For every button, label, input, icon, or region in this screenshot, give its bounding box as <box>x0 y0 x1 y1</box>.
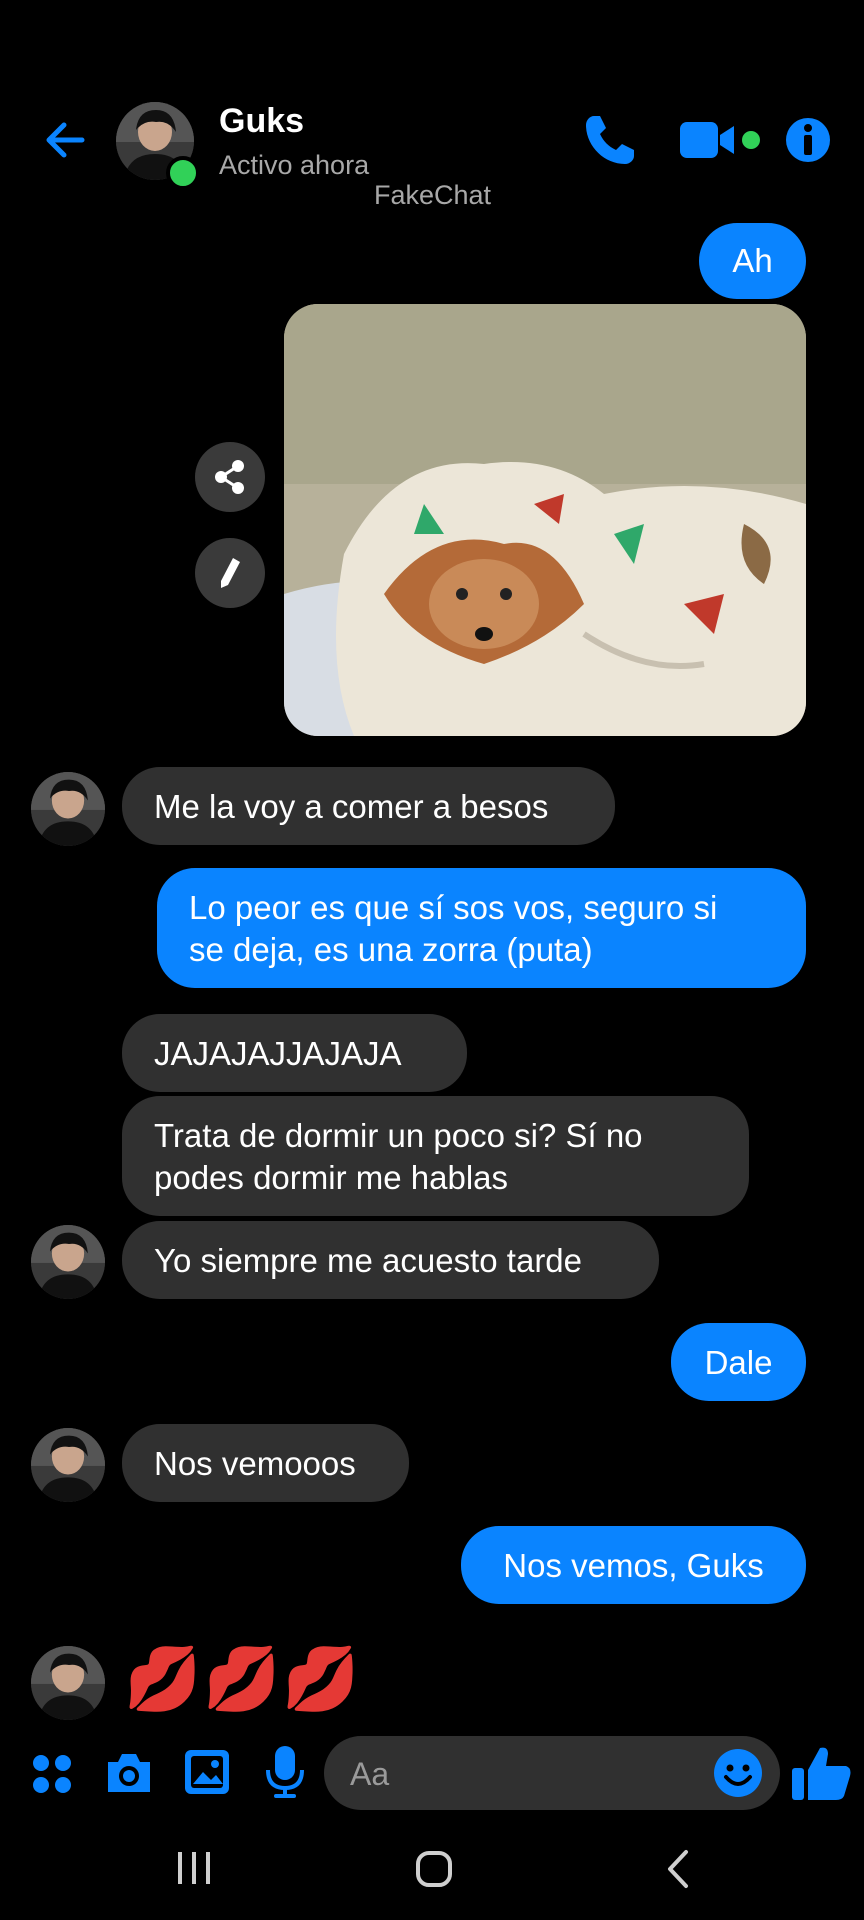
video-camera-icon[interactable] <box>678 110 764 170</box>
back-nav-icon[interactable] <box>660 1846 696 1892</box>
camera-icon[interactable] <box>104 1748 154 1796</box>
message-incoming[interactable]: Yo siempre me acuesto tarde <box>122 1221 659 1299</box>
home-icon[interactable] <box>412 1846 456 1892</box>
share-button[interactable] <box>195 442 265 512</box>
contact-avatar-small[interactable] <box>31 1225 105 1299</box>
emoji-icon[interactable] <box>712 1747 764 1799</box>
message-incoming[interactable]: JAJAJAJJAJAJA <box>122 1014 467 1092</box>
contact-avatar-small[interactable] <box>31 1428 105 1502</box>
contact-name[interactable]: Guks <box>219 102 304 141</box>
kiss-emoji-message[interactable]: 💋💋💋 <box>124 1644 362 1716</box>
thumbs-up-icon[interactable] <box>790 1740 854 1804</box>
message-outgoing[interactable]: Ah <box>699 223 806 299</box>
contact-avatar-small[interactable] <box>31 772 105 846</box>
fakechat-watermark: FakeChat <box>374 180 492 210</box>
info-icon[interactable] <box>784 110 832 170</box>
active-status: Activo ahora <box>219 150 370 180</box>
fox-photo <box>284 304 806 736</box>
photo-message[interactable] <box>284 304 806 736</box>
message-outgoing[interactable]: Lo peor es que sí sos vos, seguro si se … <box>157 868 806 988</box>
gallery-icon[interactable] <box>183 1748 231 1796</box>
microphone-icon[interactable] <box>264 1744 306 1800</box>
recent-apps-icon[interactable] <box>174 1846 214 1892</box>
message-outgoing[interactable]: Nos vemos, Guks <box>461 1526 806 1604</box>
online-status-dot <box>166 156 200 190</box>
contact-avatar-small[interactable] <box>31 1646 105 1720</box>
share-icon <box>215 460 244 494</box>
message-incoming[interactable]: Trata de dormir un poco si? Sí no podes … <box>122 1096 749 1216</box>
message-input-placeholder: Aa <box>350 1756 390 1792</box>
edit-button[interactable] <box>195 538 265 608</box>
message-incoming[interactable]: Nos vemooos <box>122 1424 409 1502</box>
message-incoming[interactable]: Me la voy a comer a besos <box>122 767 615 845</box>
message-outgoing[interactable]: Dale <box>671 1323 806 1401</box>
back-arrow-icon[interactable] <box>38 112 94 168</box>
edit-icon <box>221 558 240 588</box>
phone-icon[interactable] <box>580 110 640 170</box>
apps-icon[interactable] <box>30 1752 74 1796</box>
